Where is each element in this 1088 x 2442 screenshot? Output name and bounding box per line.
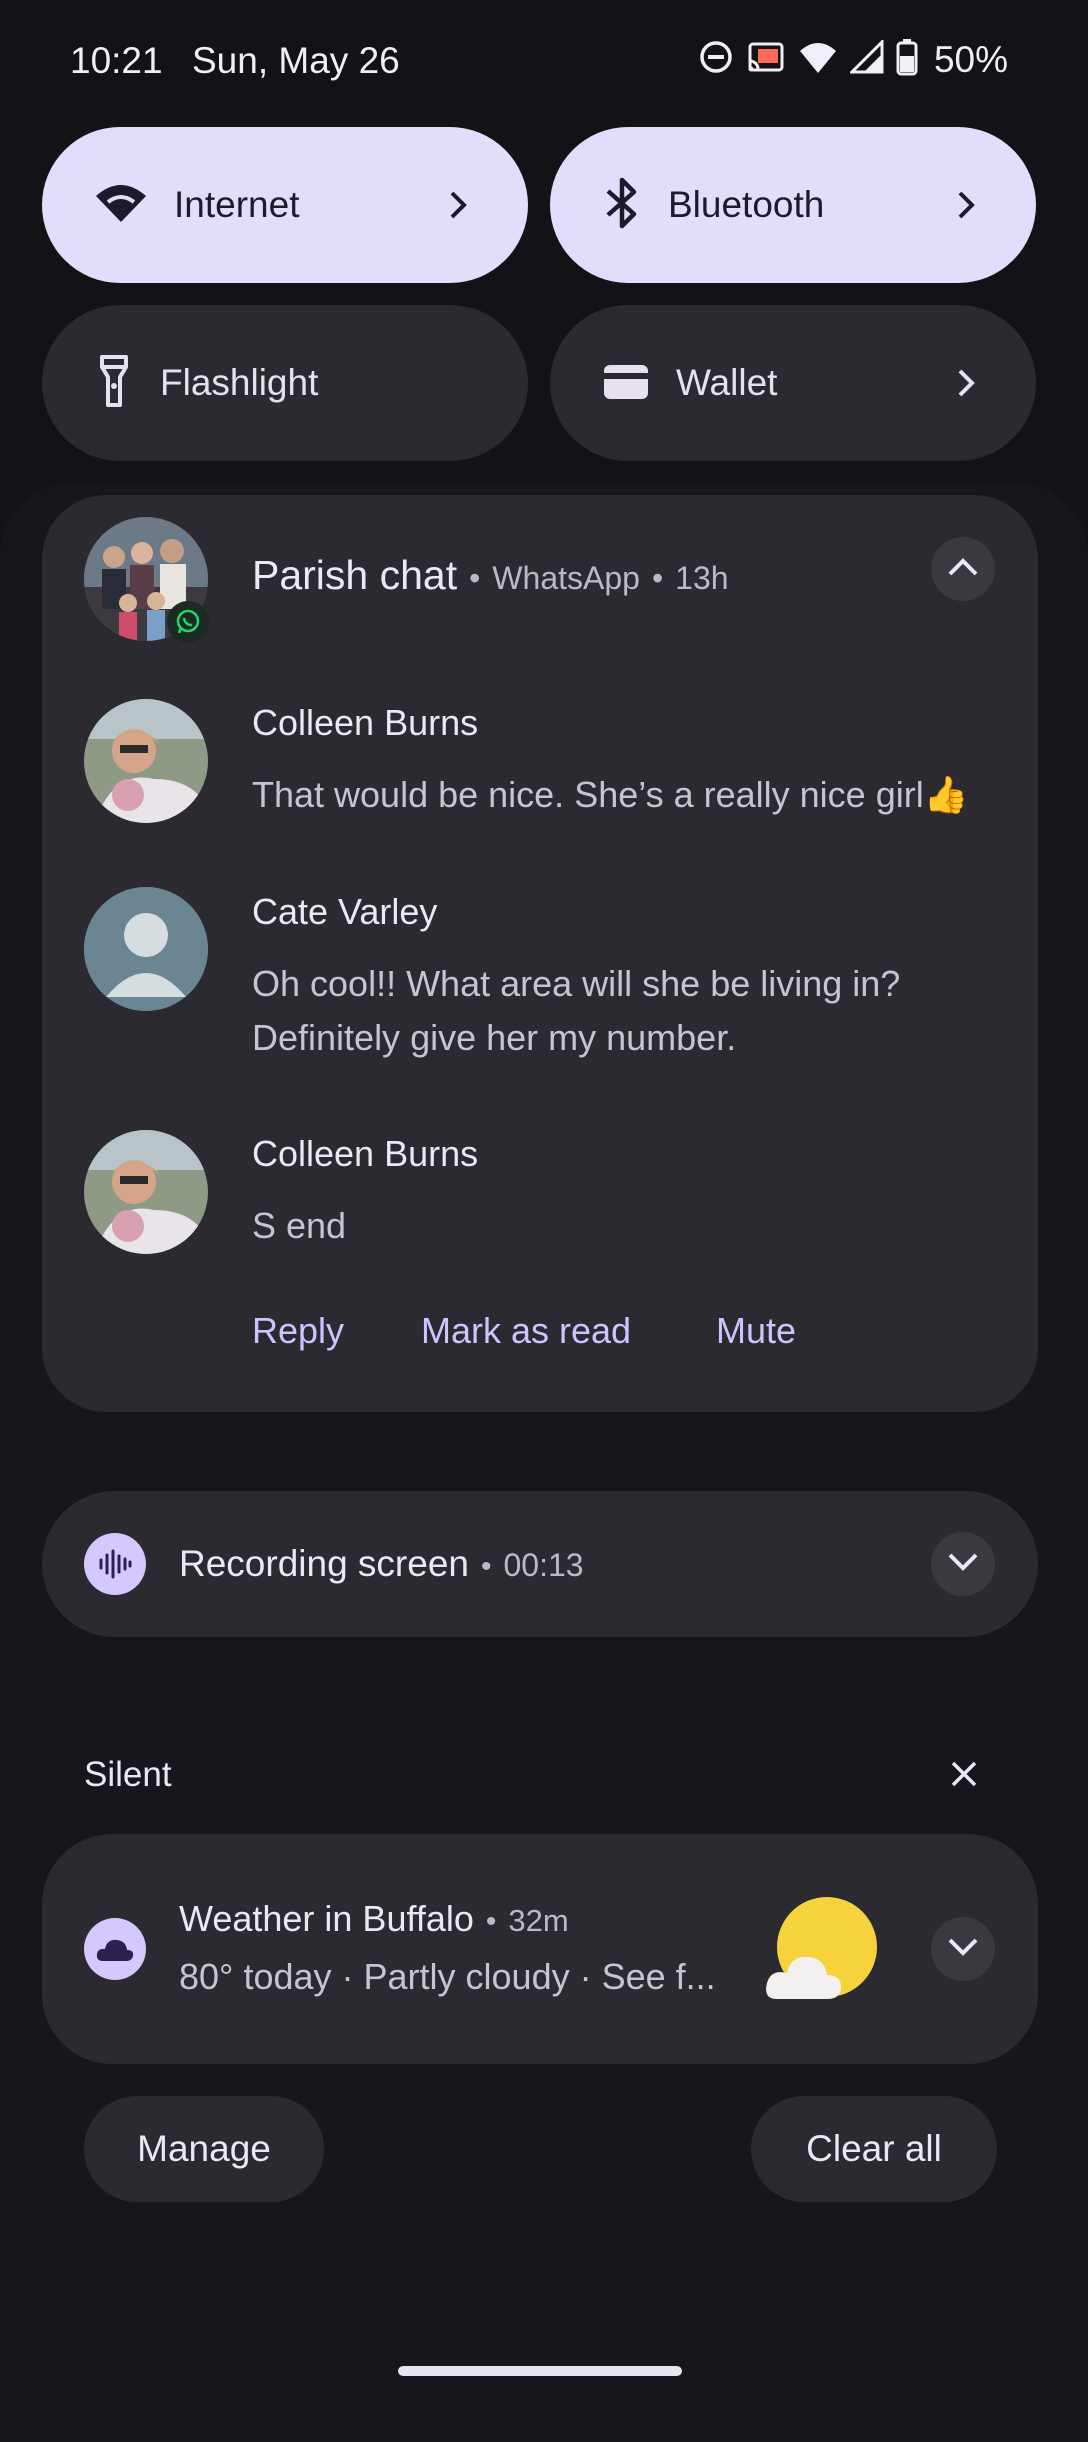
chevron-down-icon <box>947 1552 979 1577</box>
message-text-line: Definitely give her my number. <box>252 1017 737 1058</box>
tile-label: Wallet <box>676 362 778 403</box>
tile-label: Bluetooth <box>668 184 825 225</box>
weather-title: Weather in Buffalo <box>179 1898 474 1939</box>
status-time: 10:21 <box>70 40 163 81</box>
recording-title: Recording screen <box>179 1543 469 1584</box>
silent-section-header: Silent <box>84 1755 172 1794</box>
tile-bluetooth[interactable]: Bluetooth <box>550 127 1036 283</box>
recording-header: Recording screen • 00:13 <box>179 1543 584 1585</box>
separator-dot: • <box>469 560 481 596</box>
chat-title: Parish chat <box>252 552 458 598</box>
tile-label: Flashlight <box>160 362 319 403</box>
close-icon <box>950 1760 978 1793</box>
manage-label: Manage <box>137 2128 271 2169</box>
tile-wallet[interactable]: Wallet <box>550 305 1036 461</box>
do-not-disturb-icon <box>698 39 734 80</box>
flashlight-icon <box>94 353 134 414</box>
message-text-line: Oh cool!! What area will she be living i… <box>252 963 901 1004</box>
clear-all-button[interactable]: Clear all <box>751 2096 997 2202</box>
avatar <box>84 699 208 823</box>
tile-internet[interactable]: Internet <box>42 127 528 283</box>
chat-header: Parish chat • WhatsApp • 13h <box>252 552 729 599</box>
separator-dot: • <box>480 1550 492 1583</box>
home-indicator[interactable] <box>398 2366 682 2376</box>
chevron-up-icon <box>947 557 979 582</box>
chevron-right-icon <box>946 185 986 225</box>
partly-cloudy-icon <box>765 1895 885 2005</box>
message-sender: Colleen Burns <box>252 702 479 743</box>
bluetooth-icon <box>602 176 642 235</box>
cast-icon <box>746 39 786 80</box>
separator-dot: • <box>651 560 664 596</box>
sound-wave-icon <box>84 1533 146 1595</box>
manage-button[interactable]: Manage <box>84 2096 324 2202</box>
tile-flashlight[interactable]: Flashlight <box>42 305 528 461</box>
status-date: Sun, May 26 <box>192 40 400 81</box>
weather-header: Weather in Buffalo • 32m <box>179 1898 569 1940</box>
status-bar: 10:21 Sun, May 26 50% <box>0 0 1088 124</box>
signal-icon <box>848 38 884 79</box>
expand-button[interactable] <box>931 1532 995 1596</box>
weather-time: 32m <box>508 1903 569 1938</box>
clear-all-label: Clear all <box>806 2128 942 2169</box>
cloud-icon <box>84 1918 146 1980</box>
reply-button[interactable]: Reply <box>252 1310 344 1352</box>
weather-summary: 80° today · Partly cloudy · See f... <box>179 1956 716 1997</box>
chat-app-name: WhatsApp <box>492 560 640 596</box>
battery-icon <box>896 38 918 81</box>
recording-elapsed: 00:13 <box>503 1547 584 1583</box>
battery-percent: 50% <box>933 38 1008 80</box>
mute-button[interactable]: Mute <box>716 1310 796 1352</box>
message-sender: Cate Varley <box>252 891 438 932</box>
expand-button[interactable] <box>931 1917 995 1981</box>
chat-time: 13h <box>675 560 729 596</box>
weather-notification[interactable] <box>42 1834 1038 2064</box>
chevron-right-icon <box>946 363 986 403</box>
message-text: That would be nice. She’s a really nice … <box>252 774 969 815</box>
avatar <box>84 887 208 1011</box>
message-sender: Colleen Burns <box>252 1133 479 1174</box>
whatsapp-icon <box>167 601 209 643</box>
wallet-icon <box>602 361 650 406</box>
mark-as-read-button[interactable]: Mark as read <box>421 1310 631 1352</box>
wifi-icon <box>798 39 838 80</box>
chevron-down-icon <box>947 1937 979 1962</box>
avatar <box>84 1130 208 1254</box>
status-icons: 50% <box>698 38 1008 81</box>
collapse-button[interactable] <box>931 537 995 601</box>
separator-dot: • <box>485 1905 497 1938</box>
dismiss-silent-button[interactable] <box>946 1758 982 1794</box>
wifi-icon <box>94 182 148 229</box>
tile-label: Internet <box>174 184 300 225</box>
chevron-right-icon <box>438 185 478 225</box>
message-text: S end <box>252 1205 347 1246</box>
